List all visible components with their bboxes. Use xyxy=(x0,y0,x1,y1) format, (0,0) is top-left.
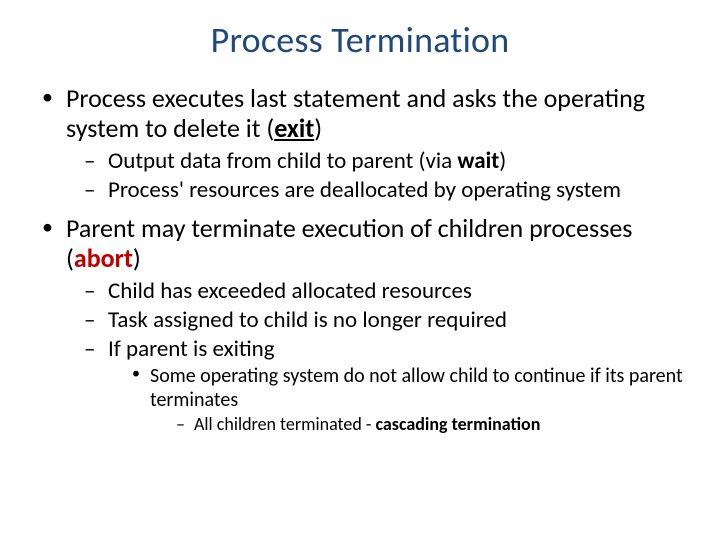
bullet-2-keyword: abort xyxy=(74,242,133,274)
bullet-2-3-1-sublist: All children terminated - cascading term… xyxy=(150,414,690,436)
bullet-1-1-keyword: wait xyxy=(457,147,499,175)
bullet-2-1: Child has exceeded allocated resources xyxy=(84,278,690,305)
slide-title: Process Termination xyxy=(0,18,720,62)
bullet-1: Process executes last statement and asks… xyxy=(38,84,690,204)
bullet-1-1-pre: Output data from child to parent (via xyxy=(108,147,457,175)
bullet-2-3: If parent is exiting Some operating syst… xyxy=(84,336,690,436)
bullet-2-3-1-1-pre: All children terminated - xyxy=(194,413,375,435)
bullet-1-text-pre: Process executes last statement and asks… xyxy=(66,82,645,144)
bullet-2-3-sublist: Some operating system do not allow child… xyxy=(108,365,690,436)
bullet-1-sublist: Output data from child to parent (via wa… xyxy=(66,148,690,204)
bullet-2-sublist: Child has exceeded allocated resources T… xyxy=(66,278,690,436)
bullet-2-3-1-text: Some operating system do not allow child… xyxy=(150,364,683,412)
bullet-2: Parent may terminate execution of childr… xyxy=(38,214,690,436)
bullet-2-3-text: If parent is exiting xyxy=(108,335,275,363)
slide: Process Termination Process executes las… xyxy=(0,0,720,540)
bullet-2-3-1: Some operating system do not allow child… xyxy=(130,365,690,436)
bullet-1-1: Output data from child to parent (via wa… xyxy=(84,148,690,175)
bullet-1-1-post: ) xyxy=(499,147,506,175)
bullet-2-text-pre: Parent may terminate execution of childr… xyxy=(66,212,632,274)
bullet-1-keyword: exit xyxy=(274,112,314,144)
bullet-1-text-post: ) xyxy=(314,112,322,144)
bullet-2-3-1-1-keyword: cascading termination xyxy=(375,413,540,435)
bullet-list-level1: Process executes last statement and asks… xyxy=(0,84,720,436)
bullet-2-3-1-1: All children terminated - cascading term… xyxy=(176,414,690,436)
bullet-2-text-post: ) xyxy=(133,242,141,274)
bullet-2-2: Task assigned to child is no longer requ… xyxy=(84,307,690,334)
bullet-1-2: Process' resources are deallocated by op… xyxy=(84,177,690,204)
